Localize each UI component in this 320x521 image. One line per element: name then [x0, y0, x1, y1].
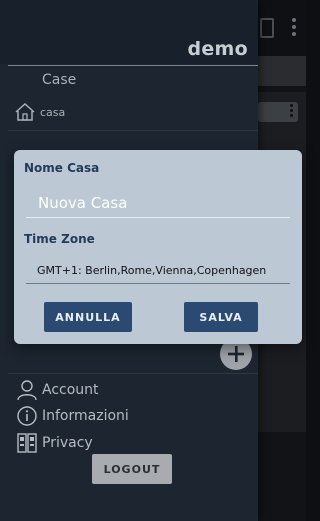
- brand-title: demo: [187, 38, 248, 60]
- menu-item-label: Account: [42, 382, 99, 398]
- privacy-icon: [16, 432, 38, 454]
- logout-button[interactable]: LOGOUT: [92, 454, 172, 484]
- user-icon: [16, 379, 38, 401]
- house-item-casa[interactable]: casa: [14, 100, 65, 124]
- plus-icon: [228, 346, 244, 362]
- house-item-label: casa: [40, 105, 66, 119]
- background-toolbar-icon: [260, 18, 274, 38]
- timezone-select[interactable]: GMT+1: Berlin,Rome,Vienna,Copenhagen: [26, 260, 290, 284]
- menu-item-label: Informazioni: [42, 408, 129, 424]
- house-name-input[interactable]: Nuova Casa: [26, 190, 290, 218]
- background-overflow-icon: [292, 18, 296, 36]
- menu-item-privacy[interactable]: Privacy: [16, 432, 93, 454]
- save-button[interactable]: SALVA: [184, 302, 258, 332]
- drawer-divider: [8, 130, 258, 131]
- info-icon: [16, 405, 38, 427]
- new-house-dialog: Nome Casa Nuova Casa Time Zone GMT+1: Be…: [14, 150, 302, 344]
- cancel-button[interactable]: ANNULLA: [44, 302, 132, 332]
- menu-divider: [8, 373, 258, 374]
- background-strip: [258, 56, 306, 86]
- home-icon: [15, 102, 35, 121]
- houses-section-title: Case: [42, 72, 77, 88]
- timezone-label: Time Zone: [24, 232, 95, 246]
- menu-item-label: Privacy: [42, 435, 93, 451]
- menu-item-account[interactable]: Account: [16, 379, 99, 401]
- background-item-menu-icon: [290, 104, 294, 122]
- menu-item-informazioni[interactable]: Informazioni: [16, 405, 129, 427]
- header-divider: [8, 65, 258, 66]
- house-name-label: Nome Casa: [24, 161, 100, 175]
- drawer-header: demo: [0, 0, 258, 64]
